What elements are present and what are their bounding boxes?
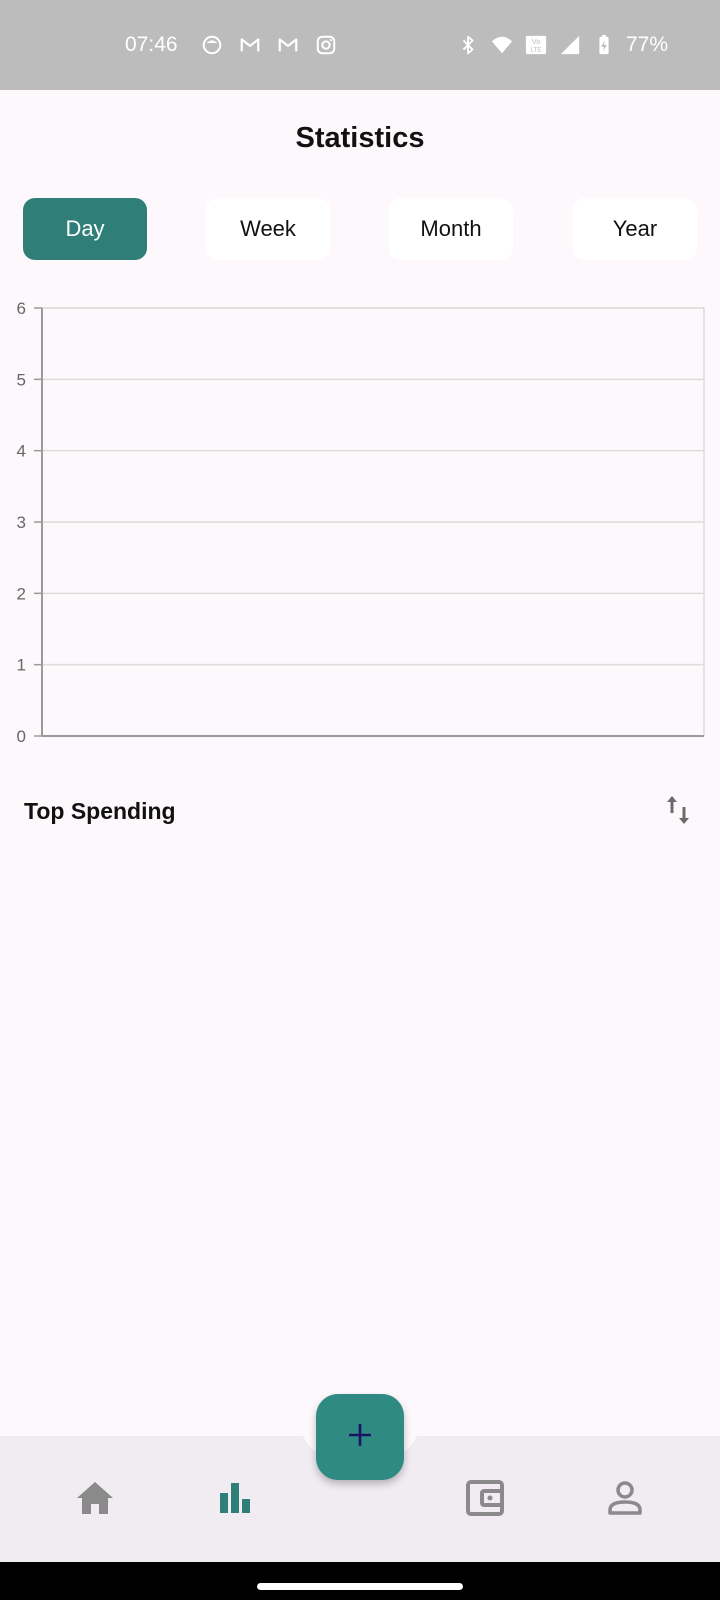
bluetooth-icon [456,33,480,57]
add-transaction-button[interactable] [316,1394,404,1480]
gmail-icon [276,33,300,57]
signal-icon [558,33,582,57]
y-tick-label: 6 [17,299,26,318]
wallet-icon [465,1479,505,1522]
svg-text:Vo: Vo [532,37,541,46]
battery-percentage: 77% [625,33,668,56]
nav-statistics[interactable] [211,1478,259,1522]
home-icon [75,1480,115,1521]
period-tabs: Day Week Month Year [23,198,697,260]
nav-wallet[interactable] [461,1478,509,1522]
swap-vert-icon [665,794,691,831]
y-tick-label: 5 [17,370,26,389]
status-right: Vo LTE 77% [456,0,668,90]
svg-text:LTE: LTE [530,46,541,53]
bar-chart-icon [218,1481,252,1520]
y-tick-label: 2 [17,584,26,603]
tab-day[interactable]: Day [23,198,147,260]
tab-year[interactable]: Year [573,198,697,260]
wifi-icon [490,33,514,57]
page-title: Statistics [295,122,425,154]
y-tick-label: 4 [17,442,26,461]
status-left: 07:46 [125,0,338,90]
sort-button[interactable] [663,795,693,829]
gmail-icon [238,33,262,57]
chart-svg: 0 1 2 3 4 5 6 [17,299,705,746]
y-tick-label: 1 [17,656,26,675]
home-gesture-bar[interactable] [257,1583,463,1590]
nav-home[interactable] [71,1478,119,1522]
status-time: 07:46 [125,33,178,56]
gesture-area [0,1562,720,1600]
profile-icon [607,1480,643,1521]
nav-profile[interactable] [601,1478,649,1522]
y-tick-label: 0 [17,727,26,746]
y-tick-label: 3 [17,513,26,532]
spending-chart: 0 1 2 3 4 5 6 [0,290,720,750]
status-bar: 07:46 Vo LTE 77% [0,0,720,90]
volte-icon: Vo LTE [524,33,548,57]
tab-week[interactable]: Week [206,198,330,260]
user-icon [200,33,224,57]
instagram-icon [314,33,338,57]
plus-icon [347,1422,373,1453]
tab-month[interactable]: Month [389,198,513,260]
battery-icon [592,33,616,57]
top-spending-title: Top Spending [24,798,176,824]
